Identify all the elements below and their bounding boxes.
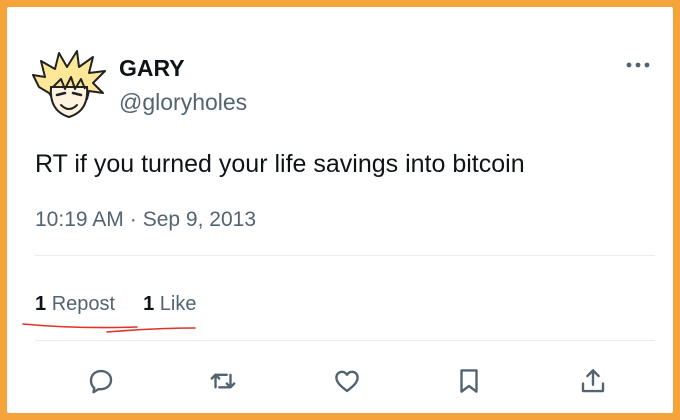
like-count: 1 bbox=[143, 293, 155, 315]
repost-button[interactable] bbox=[203, 361, 243, 401]
more-options-button[interactable] bbox=[623, 55, 653, 75]
repost-stat[interactable]: 1 Repost bbox=[35, 293, 115, 316]
engagement-stats: 1 Repost 1 Like bbox=[35, 293, 196, 316]
tweet-date[interactable]: Sep 9, 2013 bbox=[143, 208, 256, 231]
tweet-text: RT if you turned your life savings into … bbox=[35, 150, 525, 178]
bookmark-icon bbox=[460, 369, 478, 393]
divider-top bbox=[35, 255, 655, 256]
repost-count: 1 bbox=[35, 293, 47, 315]
timestamp-separator: · bbox=[129, 208, 137, 231]
like-stat[interactable]: 1 Like bbox=[143, 293, 196, 316]
like-button[interactable] bbox=[327, 361, 367, 401]
action-bar bbox=[7, 361, 673, 401]
tweet-time[interactable]: 10:19 AM bbox=[35, 208, 124, 231]
reply-button[interactable] bbox=[81, 361, 121, 401]
share-button[interactable] bbox=[573, 361, 613, 401]
like-icon bbox=[335, 370, 359, 393]
bookmark-button[interactable] bbox=[449, 361, 489, 401]
reply-icon bbox=[89, 369, 113, 394]
display-name[interactable]: GARY bbox=[119, 55, 185, 82]
avatar[interactable] bbox=[31, 47, 109, 125]
repost-icon bbox=[210, 373, 236, 389]
user-handle[interactable]: @gloryholes bbox=[119, 89, 247, 116]
repost-stat-label: Repost bbox=[51, 293, 116, 315]
tweet-timestamp: 10:19 AM · Sep 9, 2013 bbox=[35, 208, 256, 232]
red-underline-annotation bbox=[22, 323, 196, 333]
divider-bottom bbox=[35, 340, 655, 341]
share-icon bbox=[581, 369, 605, 393]
like-stat-label: Like bbox=[159, 293, 197, 315]
avatar-cartoon-icon bbox=[32, 50, 106, 119]
more-icon bbox=[626, 62, 650, 68]
tweet-card: GARY @gloryholes RT if you turned your l… bbox=[7, 7, 673, 413]
